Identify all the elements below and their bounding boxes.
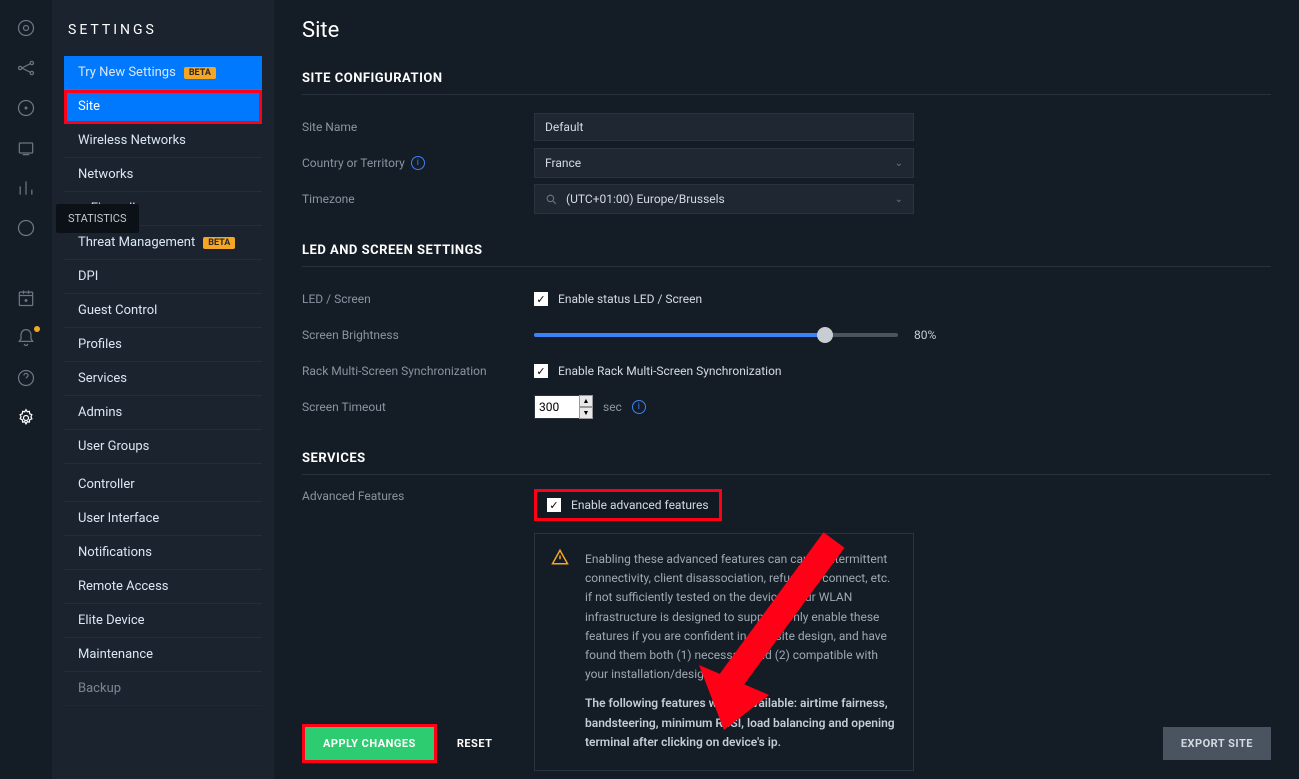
brightness-value: 80% bbox=[914, 328, 954, 342]
label-rack: Rack Multi-Screen Synchronization bbox=[302, 364, 534, 378]
sidebar-item-ui[interactable]: User Interface bbox=[64, 502, 262, 536]
rail-statistics-icon[interactable] bbox=[0, 168, 52, 208]
label-advanced: Advanced Features bbox=[302, 489, 534, 503]
sidebar-item-backup[interactable]: Backup bbox=[64, 672, 262, 706]
label-country: Country or Territoryi bbox=[302, 156, 534, 170]
slider-brightness[interactable] bbox=[534, 333, 898, 337]
sidebar-item-profiles[interactable]: Profiles bbox=[64, 328, 262, 362]
reset-button[interactable]: RESET bbox=[457, 737, 493, 750]
alert-badge-icon bbox=[34, 326, 40, 332]
checkbox-icon: ✓ bbox=[534, 292, 548, 306]
sidebar-item-guest[interactable]: Guest Control bbox=[64, 294, 262, 328]
checkbox-icon: ✓ bbox=[547, 498, 561, 512]
rail-dashboard-icon[interactable] bbox=[0, 8, 52, 48]
sidebar-item-usergroups[interactable]: User Groups bbox=[64, 430, 262, 464]
chevron-down-icon: ⌄ bbox=[895, 194, 903, 205]
settings-sidebar: SETTINGS Try New SettingsBETA Site Wirel… bbox=[52, 0, 274, 779]
page-title: Site bbox=[302, 18, 1271, 43]
sidebar-item-dpi[interactable]: DPI bbox=[64, 260, 262, 294]
apply-button[interactable]: APPLY CHANGES bbox=[305, 727, 434, 760]
sidebar-item-elite[interactable]: Elite Device bbox=[64, 604, 262, 638]
rail-insights-icon[interactable] bbox=[0, 208, 52, 248]
rail-devices-icon[interactable] bbox=[0, 88, 52, 128]
section-heading: LED AND SCREEN SETTINGS bbox=[302, 243, 1271, 267]
label-timeout: Screen Timeout bbox=[302, 400, 534, 414]
select-country[interactable]: France⌄ bbox=[534, 148, 914, 178]
checkbox-icon: ✓ bbox=[534, 364, 548, 378]
label-brightness: Screen Brightness bbox=[302, 328, 534, 342]
spinner-down-icon[interactable]: ▼ bbox=[579, 407, 593, 419]
warning-icon bbox=[551, 548, 569, 566]
input-timeout[interactable] bbox=[534, 395, 580, 419]
sidebar-item-networks[interactable]: Networks bbox=[64, 158, 262, 192]
sidebar-item-notifications[interactable]: Notifications bbox=[64, 536, 262, 570]
input-site-name[interactable] bbox=[534, 113, 914, 141]
sidebar-title: SETTINGS bbox=[52, 22, 274, 56]
rail-topology-icon[interactable] bbox=[0, 48, 52, 88]
label-site-name: Site Name bbox=[302, 120, 534, 134]
search-icon bbox=[545, 193, 558, 206]
beta-badge: BETA bbox=[184, 67, 216, 79]
icon-rail bbox=[0, 0, 52, 779]
rail-events-icon[interactable] bbox=[0, 278, 52, 318]
section-heading: SERVICES bbox=[302, 451, 1271, 475]
section-site-config: SITE CONFIGURATION Site Name Country or … bbox=[302, 71, 1271, 217]
sidebar-item-remote[interactable]: Remote Access bbox=[64, 570, 262, 604]
sidebar-item-site[interactable]: Site bbox=[64, 90, 262, 124]
main-panel: Site SITE CONFIGURATION Site Name Countr… bbox=[274, 0, 1299, 779]
sidebar-item-controller[interactable]: Controller bbox=[64, 468, 262, 502]
select-timezone[interactable]: (UTC+01:00) Europe/Brussels⌄ bbox=[534, 184, 914, 214]
rail-help-icon[interactable] bbox=[0, 358, 52, 398]
sidebar-item-try-new[interactable]: Try New SettingsBETA bbox=[64, 56, 262, 90]
highlight-apply-annotation: APPLY CHANGES bbox=[302, 724, 437, 763]
info-icon[interactable]: i bbox=[632, 400, 646, 414]
sidebar-item-services[interactable]: Services bbox=[64, 362, 262, 396]
rail-clients-icon[interactable] bbox=[0, 128, 52, 168]
export-button[interactable]: EXPORT SITE bbox=[1163, 727, 1271, 760]
info-icon[interactable]: i bbox=[411, 156, 425, 170]
checkbox-rack[interactable]: ✓Enable Rack Multi-Screen Synchronizatio… bbox=[534, 364, 1271, 378]
spinner-timeout[interactable]: ▲▼ bbox=[579, 395, 593, 419]
rail-alerts-icon[interactable] bbox=[0, 318, 52, 358]
checkbox-advanced[interactable]: ✓Enable advanced features bbox=[547, 498, 709, 512]
sidebar-item-wireless[interactable]: Wireless Networks bbox=[64, 124, 262, 158]
rail-settings-icon[interactable] bbox=[0, 398, 52, 438]
checkbox-led[interactable]: ✓Enable status LED / Screen bbox=[534, 292, 1271, 306]
highlight-advanced-annotation: ✓Enable advanced features bbox=[534, 489, 722, 521]
section-led: LED AND SCREEN SETTINGS LED / Screen ✓En… bbox=[302, 243, 1271, 425]
sidebar-item-maintenance[interactable]: Maintenance bbox=[64, 638, 262, 672]
sidebar-item-admins[interactable]: Admins bbox=[64, 396, 262, 430]
timeout-unit: sec bbox=[603, 400, 622, 414]
footer-bar: APPLY CHANGES RESET EXPORT SITE bbox=[274, 708, 1299, 779]
label-led: LED / Screen bbox=[302, 292, 534, 306]
label-timezone: Timezone bbox=[302, 192, 534, 206]
rail-tooltip: STATISTICS bbox=[56, 204, 139, 233]
slider-thumb[interactable] bbox=[817, 327, 833, 343]
section-heading: SITE CONFIGURATION bbox=[302, 71, 1271, 95]
beta-badge: BETA bbox=[203, 237, 235, 249]
chevron-down-icon: ⌄ bbox=[895, 158, 903, 169]
spinner-up-icon[interactable]: ▲ bbox=[579, 395, 593, 407]
